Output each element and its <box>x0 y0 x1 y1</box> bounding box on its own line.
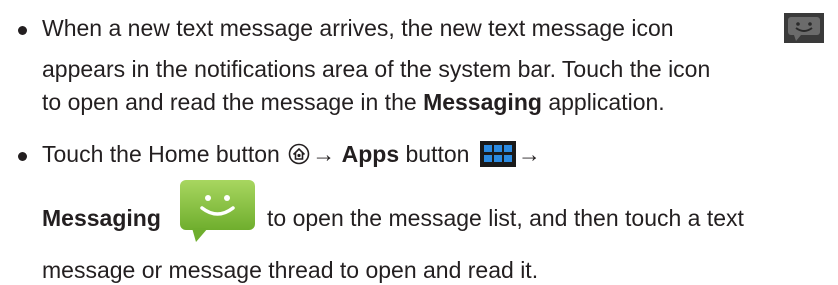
messaging-app-icon <box>178 178 257 251</box>
bullet-2-line-3-text: message or message thread to open and re… <box>42 257 539 283</box>
bullet-1-line-1-text: When a new text message arrives, the new… <box>42 15 674 41</box>
messaging-app-name: Messaging <box>423 89 542 115</box>
bullet-2-line-2-after: to open the message list, and then touch… <box>267 203 744 233</box>
bullet-2-dot <box>18 152 27 161</box>
arrow-1: → <box>312 141 336 167</box>
bullet-2-line-1-text-1: Touch the Home button <box>42 141 287 167</box>
bullet-1-line-1: When a new text message arrives, the new… <box>42 13 674 43</box>
bullet-2-line-1-text-2: button <box>399 141 470 167</box>
bullet-1-line-3: to open and read the message in the Mess… <box>42 87 665 117</box>
apps-label: Apps <box>341 141 400 167</box>
bullet-1-line-2-text: appears in the notifications area of the… <box>42 56 711 82</box>
bullet-1-line-2: appears in the notifications area of the… <box>42 54 710 84</box>
bullet-2-line-1: Touch the Home button → Apps button → <box>42 139 541 169</box>
messaging-app-name-2: Messaging <box>42 205 161 231</box>
bullet-2-line-2-text: to open the message list, and then touch… <box>267 205 744 231</box>
bullet-1-line-3-before: to open and read the message in the <box>42 89 424 115</box>
bullet-1-line-3-after: application. <box>541 89 665 115</box>
bullet-2-line-2: Messaging <box>42 203 161 233</box>
new-text-message-status-icon <box>784 13 824 49</box>
apps-grid-icon <box>479 141 516 174</box>
home-button-icon <box>288 142 310 172</box>
arrow-2: → <box>517 141 541 167</box>
bullet-1-dot <box>18 26 27 35</box>
